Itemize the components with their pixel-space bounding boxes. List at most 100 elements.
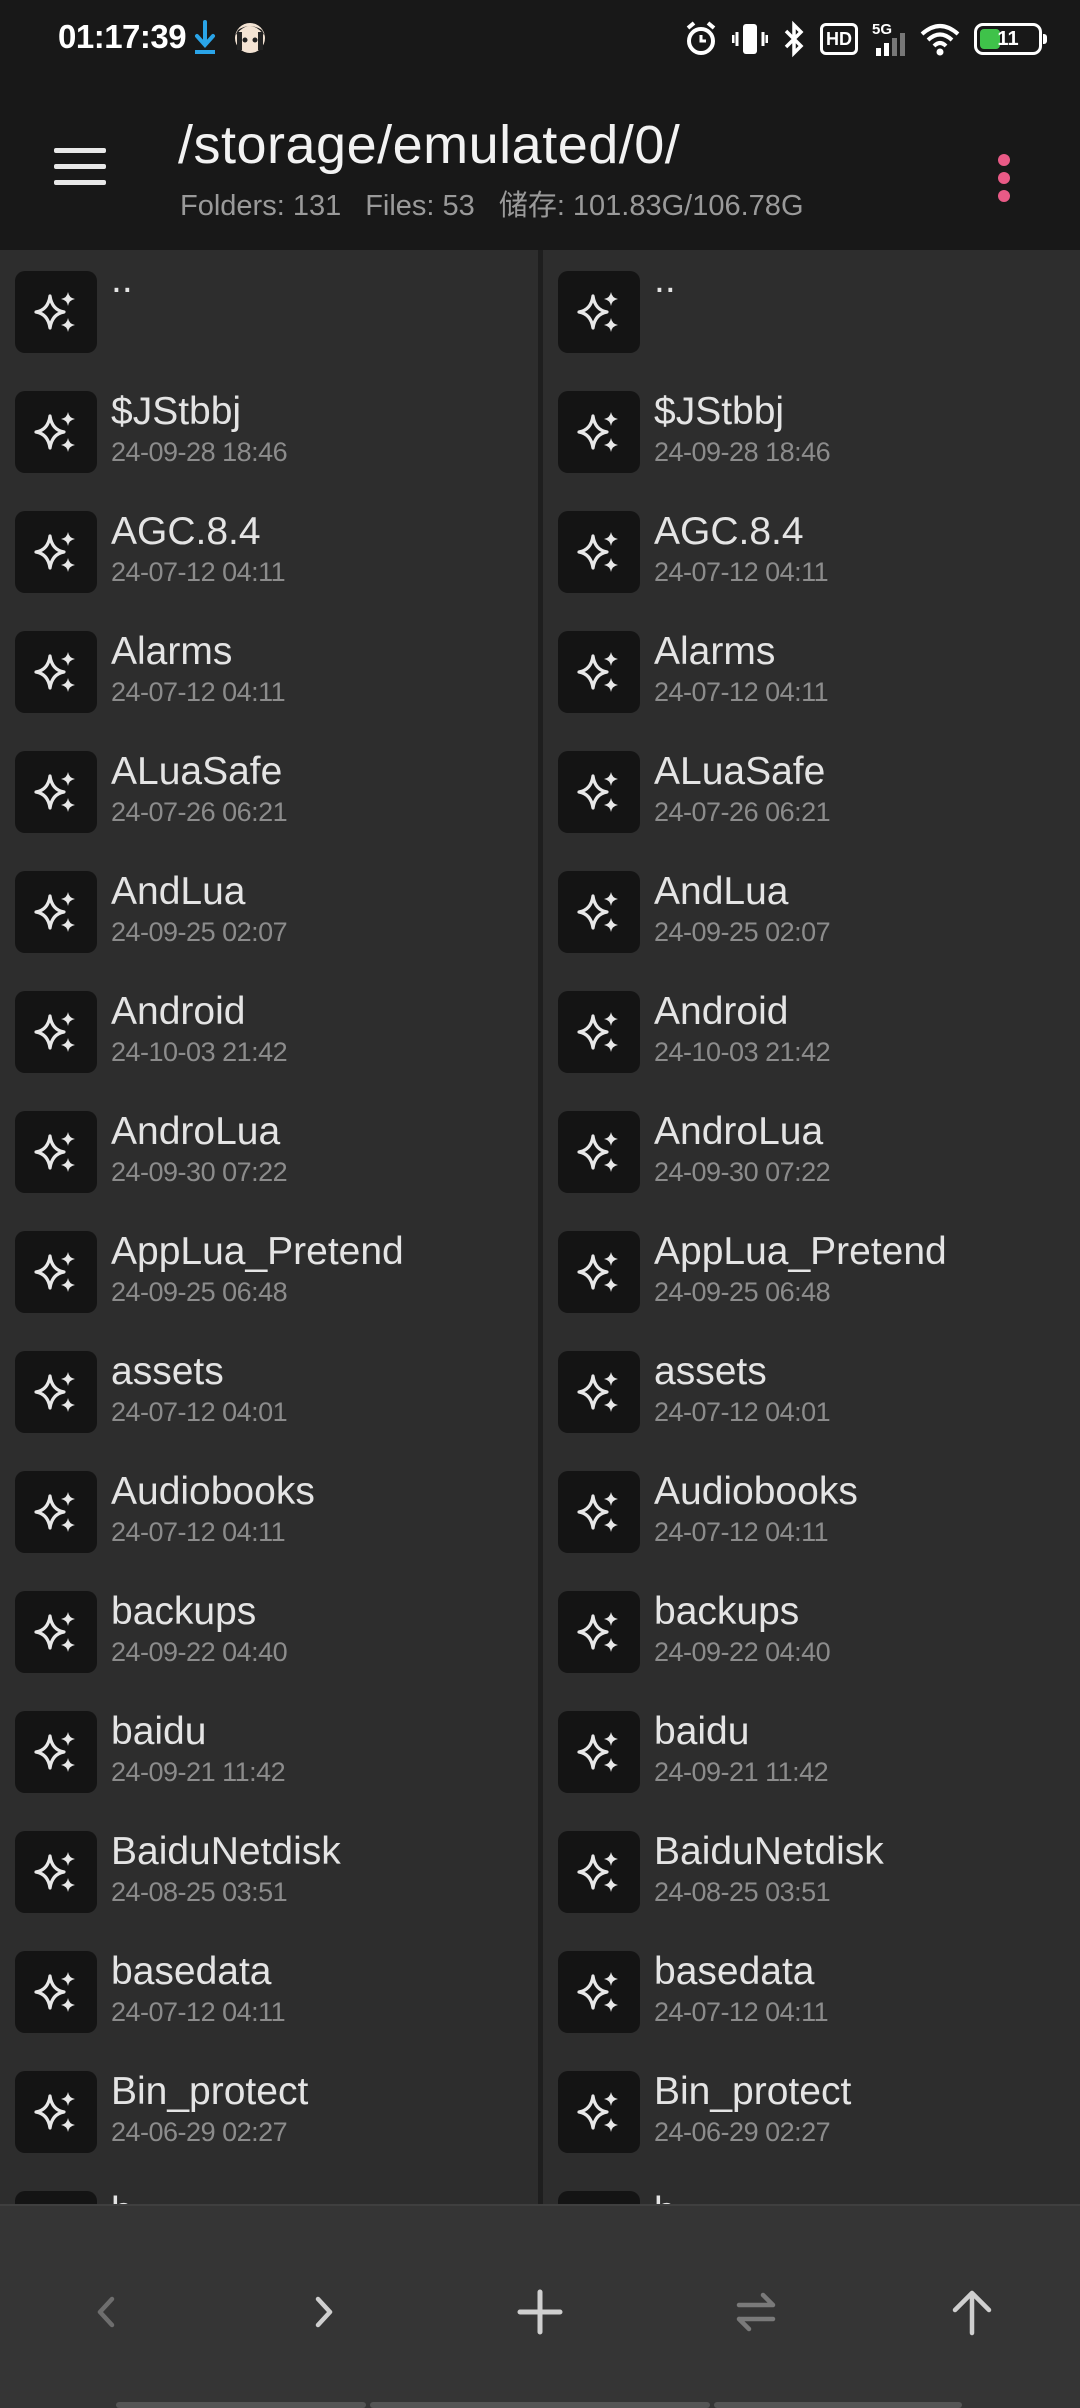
folder-name: AndroLua [111, 1110, 281, 1153]
folder-name: b [654, 2190, 676, 2204]
folder-item[interactable]: AndroLua 24-09-30 07:22 [543, 1090, 1080, 1210]
sparkle-icon [15, 2071, 97, 2153]
app-header: /storage/emulated/0/ Folders: 131 Files: … [0, 82, 1080, 250]
sparkle-icon [558, 1831, 640, 1913]
folder-item[interactable]: assets 24-07-12 04:01 [543, 1330, 1080, 1450]
folder-date: 24-07-12 04:11 [111, 1997, 286, 2027]
folder-item[interactable]: Android 24-10-03 21:42 [0, 970, 538, 1090]
download-icon [195, 20, 215, 54]
wifi-icon [920, 24, 960, 56]
folder-item[interactable]: baidu 24-09-21 11:42 [543, 1690, 1080, 1810]
folder-date: 24-07-26 06:21 [111, 797, 288, 827]
folder-item[interactable]: backups 24-09-22 04:40 [0, 1570, 538, 1690]
folder-item[interactable]: AGC.8.4 24-07-12 04:11 [0, 490, 538, 610]
folder-date: 24-09-25 06:48 [111, 1277, 288, 1307]
folder-date: 24-07-12 04:11 [111, 1517, 286, 1547]
folder-item[interactable]: b [0, 2170, 538, 2204]
status-bar: 01:17:39 HD 5G 11 [0, 0, 1080, 82]
folder-date: 24-07-12 04:11 [654, 1517, 829, 1547]
folder-item[interactable]: AppLua_Pretend 24-09-25 06:48 [543, 1210, 1080, 1330]
folder-name: .. [111, 258, 133, 301]
folder-item[interactable]: Alarms 24-07-12 04:11 [0, 610, 538, 730]
arrow-up-icon [952, 2290, 992, 2336]
right-file-pane[interactable]: .. $JStbbj 24-09-28 18:46 AGC.8.4 24-07-12 0… [543, 250, 1080, 2204]
folder-item[interactable]: Alarms 24-07-12 04:11 [543, 610, 1080, 730]
folder-name: AndLua [654, 870, 789, 913]
more-options-button[interactable] [990, 142, 1020, 206]
folder-name: Bin_protect [654, 2070, 852, 2113]
folder-item[interactable]: baidu 24-09-21 11:42 [0, 1690, 538, 1810]
folder-item[interactable]: AndroLua 24-09-30 07:22 [0, 1090, 538, 1210]
folder-item[interactable]: Bin_protect 24-06-29 02:27 [0, 2050, 538, 2170]
bluetooth-icon [784, 20, 804, 58]
chevron-left-icon [97, 2296, 115, 2328]
folder-name: $JStbbj [111, 390, 242, 433]
folder-date: 24-08-25 03:51 [654, 1877, 831, 1907]
folder-item[interactable]: BaiduNetdisk 24-08-25 03:51 [0, 1810, 538, 1930]
folder-item[interactable]: assets 24-07-12 04:01 [0, 1330, 538, 1450]
parent-directory-button[interactable] [922, 2262, 1022, 2362]
folder-date: 24-09-22 04:40 [111, 1637, 288, 1667]
sparkle-icon [15, 1951, 97, 2033]
sparkle-icon [558, 1231, 640, 1313]
folder-date: 24-09-30 07:22 [111, 1157, 288, 1187]
sparkle-icon [15, 1351, 97, 1433]
folder-date: 24-06-29 02:27 [111, 2117, 288, 2147]
status-icons: HD 5G 11 [684, 16, 1047, 62]
hd-icon: HD [820, 23, 858, 55]
sparkle-icon [15, 271, 97, 353]
sparkle-icon [15, 391, 97, 473]
folder-item[interactable]: AGC.8.4 24-07-12 04:11 [543, 490, 1080, 610]
folder-date: 24-06-29 02:27 [654, 2117, 831, 2147]
folder-name: baidu [111, 1710, 207, 1753]
sparkle-icon [558, 1951, 640, 2033]
folder-item[interactable]: BaiduNetdisk 24-08-25 03:51 [543, 1810, 1080, 1930]
folder-item[interactable]: $JStbbj 24-09-28 18:46 [0, 370, 538, 490]
sparkle-icon [15, 1591, 97, 1673]
folder-item[interactable]: basedata 24-07-12 04:11 [543, 1930, 1080, 2050]
folder-item[interactable]: $JStbbj 24-09-28 18:46 [543, 370, 1080, 490]
folder-item[interactable]: AndLua 24-09-25 02:07 [0, 850, 538, 970]
folder-item[interactable]: ALuaSafe 24-07-26 06:21 [543, 730, 1080, 850]
folder-name: Android [111, 990, 246, 1033]
notification-avatar-icon [235, 23, 265, 53]
left-file-pane[interactable]: .. $JStbbj 24-09-28 18:46 AGC.8.4 24-07-12 0… [0, 250, 543, 2204]
folder-item[interactable]: b [543, 2170, 1080, 2204]
sparkle-icon [558, 1471, 640, 1553]
folder-item[interactable]: ALuaSafe 24-07-26 06:21 [0, 730, 538, 850]
sparkle-icon [15, 511, 97, 593]
sparkle-icon [558, 871, 640, 953]
sparkle-icon [558, 2191, 640, 2204]
sparkle-icon [558, 1351, 640, 1433]
parent-folder-item[interactable]: .. [543, 250, 1080, 370]
parent-folder-item[interactable]: .. [0, 250, 538, 370]
folder-date: 24-07-12 04:11 [654, 677, 829, 707]
folder-name: backups [111, 1590, 257, 1633]
folder-item[interactable]: backups 24-09-22 04:40 [543, 1570, 1080, 1690]
back-button[interactable] [57, 2262, 157, 2362]
folder-name: basedata [654, 1950, 815, 1993]
folder-name: AGC.8.4 [111, 510, 261, 553]
sparkle-icon [558, 1111, 640, 1193]
folder-item[interactable]: Audiobooks 24-07-12 04:11 [543, 1450, 1080, 1570]
folder-item[interactable]: basedata 24-07-12 04:11 [0, 1930, 538, 2050]
folder-item[interactable]: Android 24-10-03 21:42 [543, 970, 1080, 1090]
folder-name: b [111, 2190, 133, 2204]
folder-name: AndroLua [654, 1110, 824, 1153]
folder-date: 24-09-28 18:46 [111, 437, 288, 467]
folder-item[interactable]: AndLua 24-09-25 02:07 [543, 850, 1080, 970]
folder-item[interactable]: Audiobooks 24-07-12 04:11 [0, 1450, 538, 1570]
swap-panes-button[interactable] [706, 2262, 806, 2362]
directory-stats: Folders: 131 Files: 53 储存: 101.83G/106.78G [180, 182, 828, 224]
alarm-icon [686, 21, 716, 55]
menu-button[interactable] [50, 142, 110, 192]
plus-icon [517, 2289, 563, 2335]
add-button[interactable] [490, 2262, 590, 2362]
forward-button[interactable] [273, 2262, 373, 2362]
folder-item[interactable]: Bin_protect 24-06-29 02:27 [543, 2050, 1080, 2170]
folder-item[interactable]: AppLua_Pretend 24-09-25 06:48 [0, 1210, 538, 1330]
sparkle-icon [15, 1111, 97, 1193]
file-count: Files: 53 [365, 190, 475, 222]
folder-name: Alarms [654, 630, 776, 673]
sparkle-icon [15, 991, 97, 1073]
